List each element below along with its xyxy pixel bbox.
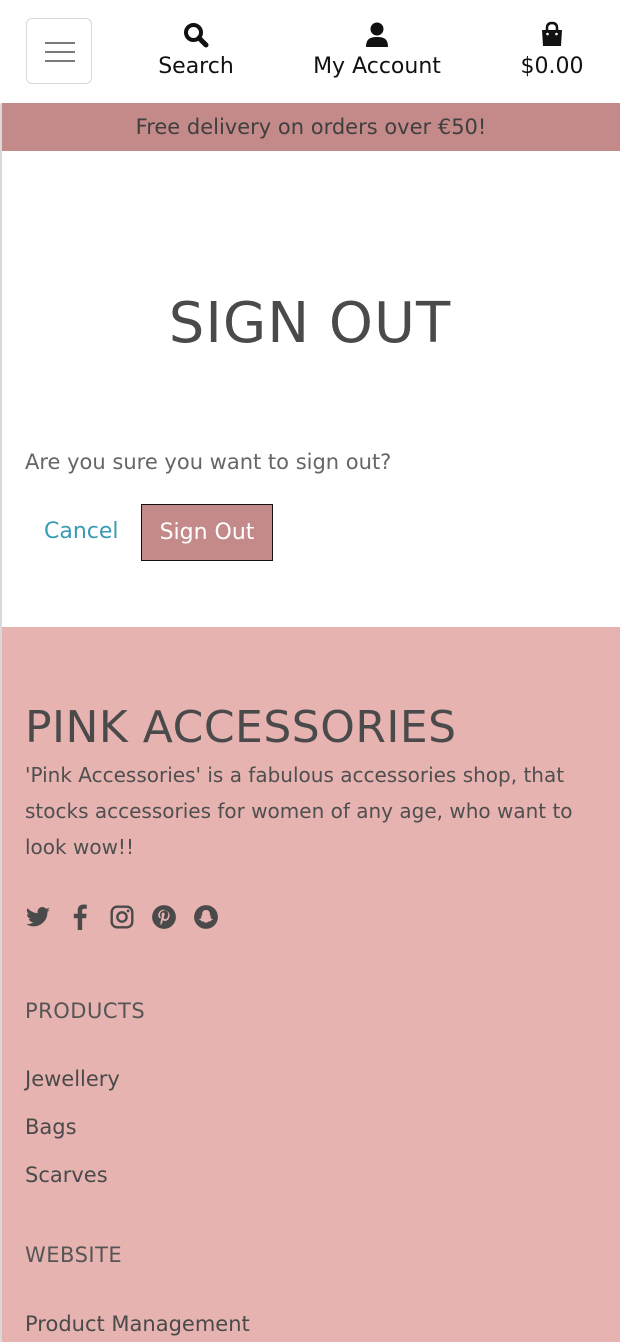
sign-out-button[interactable]: Sign Out — [141, 504, 273, 561]
twitter-icon[interactable] — [25, 904, 51, 930]
footer: PINK ACCESSORIES 'Pink Accessories' is a… — [2, 627, 620, 1342]
footer-brand: PINK ACCESSORIES — [25, 702, 457, 753]
footer-link-bags[interactable]: Bags — [25, 1112, 77, 1142]
nav-search-label: Search — [158, 54, 234, 79]
nav-account-label: My Account — [313, 54, 441, 79]
footer-link-jewellery[interactable]: Jewellery — [25, 1064, 120, 1094]
page-title: SIGN OUT — [168, 291, 452, 356]
products-heading: PRODUCTS — [25, 999, 146, 1023]
nav-cart-total: $0.00 — [520, 54, 584, 79]
top-navbar: Search My Account $0.00 — [0, 0, 620, 104]
search-icon — [184, 23, 209, 48]
snapchat-icon[interactable] — [193, 904, 219, 930]
instagram-icon[interactable] — [109, 904, 135, 930]
social-links — [25, 903, 219, 931]
footer-link-product-management[interactable]: Product Management — [25, 1309, 250, 1339]
nav-account-link[interactable]: My Account — [312, 20, 442, 82]
nav-search-link[interactable]: Search — [155, 20, 237, 82]
facebook-icon[interactable] — [67, 904, 93, 930]
user-icon — [366, 22, 388, 47]
footer-link-scarves[interactable]: Scarves — [25, 1160, 108, 1190]
menu-toggle-button[interactable] — [26, 18, 92, 84]
shopping-bag-icon — [542, 21, 562, 46]
pinterest-icon[interactable] — [151, 904, 177, 930]
nav-cart-link[interactable]: $0.00 — [514, 20, 590, 82]
website-heading: WEBSITE — [25, 1243, 123, 1267]
delivery-banner: Free delivery on orders over €50! — [2, 103, 620, 151]
cancel-link[interactable]: Cancel — [44, 515, 119, 549]
footer-tagline: 'Pink Accessories' is a fabulous accesso… — [25, 763, 573, 859]
signout-question: Are you sure you want to sign out? — [25, 450, 392, 474]
